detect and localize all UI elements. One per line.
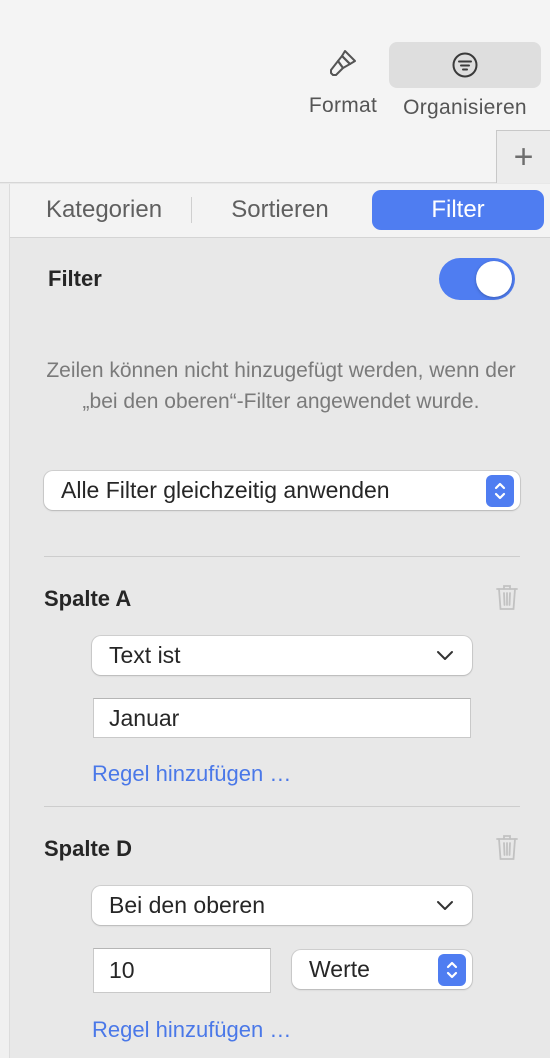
rule-condition-value: Text ist <box>109 642 181 668</box>
up-down-stepper-icon <box>486 474 514 507</box>
filter-panel: Filter Zeilen können nicht hinzugefügt w… <box>11 239 550 1058</box>
rule-unit-select[interactable]: Werte <box>292 950 472 989</box>
filter-info-text: Zeilen können nicht hinzugefügt werden, … <box>46 359 516 413</box>
trash-icon[interactable] <box>494 832 520 862</box>
up-down-stepper-icon <box>438 953 466 986</box>
rule-count-input[interactable]: 10 <box>93 948 271 993</box>
tab-sort[interactable]: Sortieren <box>215 190 345 230</box>
trash-icon[interactable] <box>494 582 520 612</box>
rule-column-label: Spalte D <box>44 836 133 861</box>
organise-label: Organisieren <box>403 96 527 119</box>
rule-value-input[interactable]: Januar <box>93 698 471 738</box>
filter-mode-value: Alle Filter gleichzeitig anwenden <box>61 477 390 503</box>
toggle-knob <box>476 261 512 297</box>
format-label: Format <box>308 94 378 117</box>
add-rule-link[interactable]: Regel hinzufügen … <box>92 761 291 787</box>
tab-filter[interactable]: Filter <box>372 190 544 230</box>
tab-divider <box>191 197 192 223</box>
tab-bar: Kategorien Sortieren Filter <box>10 184 550 238</box>
plus-icon: + <box>513 137 534 176</box>
add-rule-link[interactable]: Regel hinzufügen … <box>92 1017 291 1043</box>
filter-mode-select[interactable]: Alle Filter gleichzeitig anwenden <box>44 471 520 510</box>
rule-condition-select[interactable]: Bei den oberen <box>92 886 472 925</box>
rule-condition-select[interactable]: Text ist <box>92 636 472 675</box>
sheet-edge <box>0 184 10 1058</box>
chevron-down-icon <box>436 650 454 661</box>
organise-button[interactable]: Organisieren <box>389 40 541 122</box>
chevron-down-icon <box>436 900 454 911</box>
filter-heading: Filter <box>48 266 102 291</box>
section-divider <box>44 806 520 807</box>
toolbar: Format Organisieren + <box>0 0 550 183</box>
filter-lines-icon <box>389 42 541 88</box>
section-divider <box>44 556 520 557</box>
rule-column-label: Spalte A <box>44 586 132 611</box>
rule-unit-value: Werte <box>309 956 370 982</box>
rule-condition-value: Bei den oberen <box>109 892 266 918</box>
tab-categories[interactable]: Kategorien <box>30 190 178 230</box>
filter-toggle[interactable] <box>439 258 515 300</box>
add-sheet-button[interactable]: + <box>496 130 550 183</box>
